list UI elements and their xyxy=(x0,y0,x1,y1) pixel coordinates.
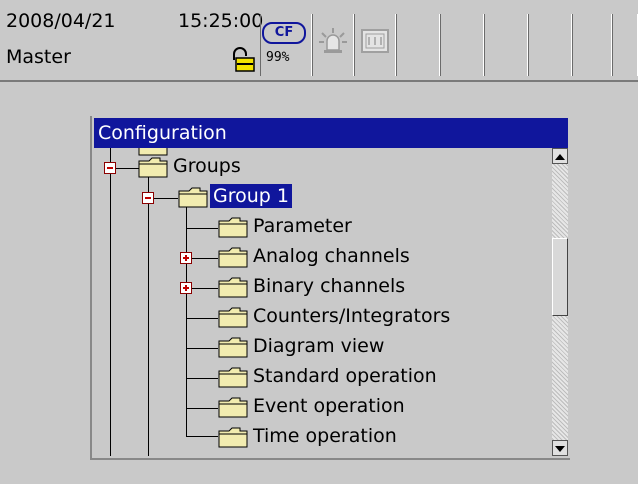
folder-icon xyxy=(218,307,248,328)
tree-item-group1[interactable]: Group 1 xyxy=(210,184,292,208)
expand-binary-icon[interactable] xyxy=(180,282,192,294)
tree-line-root xyxy=(110,148,111,456)
status-date: 2008/04/21 xyxy=(6,10,116,32)
screen: 2008/04/21 15:25:00 Master CF 99% Config… xyxy=(0,0,638,484)
scroll-thumb[interactable] xyxy=(552,238,568,316)
tree-connector xyxy=(186,228,218,229)
status-slot-1 xyxy=(396,14,440,76)
expand-analog-icon[interactable] xyxy=(180,252,192,264)
config-tree: Groups Group 1 Parameter Analog channels… xyxy=(94,148,550,456)
tree-item-analog-channels[interactable]: Analog channels xyxy=(250,244,413,268)
status-slot-2 xyxy=(440,14,484,76)
scroll-up-button[interactable] xyxy=(552,148,568,164)
tree-item-event-operation[interactable]: Event operation xyxy=(250,394,408,418)
status-slot-4 xyxy=(528,14,572,76)
status-icon xyxy=(360,28,390,58)
scroll-down-button[interactable] xyxy=(552,440,568,456)
tree-scrollbar[interactable] xyxy=(552,148,568,456)
tree-item-counters-integrators[interactable]: Counters/Integrators xyxy=(250,304,453,328)
status-slot-3 xyxy=(484,14,528,76)
tree-connector xyxy=(186,318,218,319)
arrow-down-icon xyxy=(555,446,565,452)
tree-item-parameter[interactable]: Parameter xyxy=(250,214,355,238)
tree-connector xyxy=(186,408,218,409)
status-slot-5 xyxy=(572,14,612,76)
tree-item-diagram-view[interactable]: Diagram view xyxy=(250,334,387,358)
folder-icon xyxy=(218,367,248,388)
dialog-title: Configuration xyxy=(94,118,568,148)
status-slot-6 xyxy=(612,14,638,76)
tree-item-standard-operation[interactable]: Standard operation xyxy=(250,364,440,388)
folder-icon xyxy=(218,397,248,418)
folder-icon xyxy=(138,157,168,178)
tree-line-groups xyxy=(148,176,149,456)
folder-icon xyxy=(178,187,208,208)
tree-item-groups[interactable]: Groups xyxy=(170,154,244,178)
folder-icon xyxy=(218,247,248,268)
collapse-group1-icon[interactable] xyxy=(142,192,154,204)
cf-badge: CF xyxy=(262,22,306,44)
alarm-icon xyxy=(318,26,348,60)
tree-connector xyxy=(186,436,218,437)
folder-icon xyxy=(218,217,248,238)
folder-icon xyxy=(218,337,248,358)
folder-icon xyxy=(218,277,248,298)
folder-icon xyxy=(218,427,248,448)
collapse-groups-icon[interactable] xyxy=(104,162,116,174)
tree-item-binary-channels[interactable]: Binary channels xyxy=(250,274,408,298)
tree-connector xyxy=(186,378,218,379)
status-user: Master xyxy=(6,46,71,68)
tree-line-group1 xyxy=(186,206,187,436)
storage-percent: 99% xyxy=(266,50,290,65)
status-bar: 2008/04/21 15:25:00 Master CF 99% xyxy=(0,0,638,82)
configuration-dialog: Configuration Groups Group 1 Parameter A… xyxy=(90,116,570,460)
tree-connector xyxy=(186,348,218,349)
tree-item-time-operation[interactable]: Time operation xyxy=(250,424,400,448)
lock-icon[interactable] xyxy=(228,46,260,74)
status-time: 15:25:00 xyxy=(178,10,264,32)
arrow-up-icon xyxy=(555,154,565,160)
